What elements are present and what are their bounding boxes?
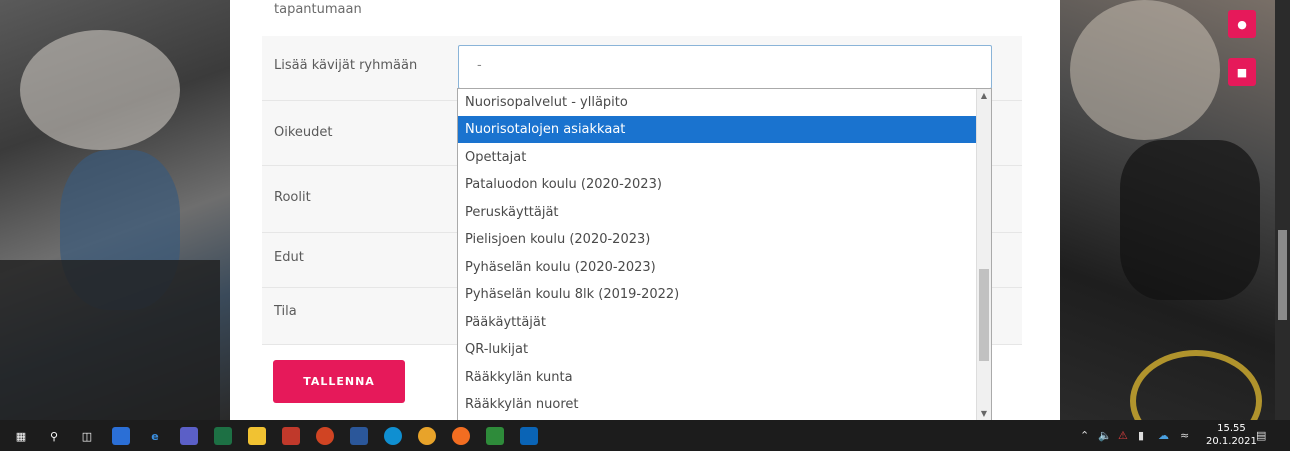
dropdown-option[interactable]: Pääkäyttäjät: [458, 309, 976, 336]
taskbar: ▦ ⚲ ◫ e ⌃ 🔈 ⚠ ▮ ☁ ≈ 15.55 20.1.2021 ▤: [0, 420, 1290, 451]
select-value: -: [477, 58, 482, 73]
clock-time: 15.55: [1217, 423, 1246, 434]
task-view-icon[interactable]: ◫: [78, 427, 96, 445]
search-icon[interactable]: ⚲: [45, 427, 63, 445]
dropdown-option[interactable]: Peruskäyttäjät: [458, 199, 976, 226]
dropdown-option[interactable]: Pyhäselän koulu (2020-2023): [458, 254, 976, 281]
battery-icon[interactable]: ▮: [1138, 429, 1144, 442]
word-icon[interactable]: [350, 427, 368, 445]
dropdown-option[interactable]: Rääkkylän nuoret: [458, 391, 976, 418]
chrome-icon[interactable]: [418, 427, 436, 445]
dropdown-option[interactable]: Rääkkylän kunta: [458, 364, 976, 391]
edge-legacy-icon[interactable]: e: [146, 427, 164, 445]
dropdown-option-selected[interactable]: Nuorisotalojen asiakkaat: [458, 116, 976, 143]
group-select[interactable]: -: [458, 45, 992, 89]
dropdown-option[interactable]: QR-lukijat: [458, 336, 976, 363]
excel-icon[interactable]: [214, 427, 232, 445]
dropdown-scrollbar[interactable]: ▲ ▼: [976, 89, 991, 421]
notification-icon[interactable]: ▤: [1256, 429, 1266, 442]
app-icon[interactable]: [486, 427, 504, 445]
row-label: Roolit: [274, 190, 311, 205]
dropdown-option[interactable]: Pataluodon koulu (2020-2023): [458, 171, 976, 198]
clock-date: 20.1.2021: [1206, 436, 1257, 447]
dropdown-option[interactable]: Pielisjoen koulu (2020-2023): [458, 226, 976, 253]
chevron-down-icon[interactable]: ▼: [977, 407, 991, 421]
save-button[interactable]: TALLENNA: [273, 360, 405, 403]
store-icon[interactable]: [112, 427, 130, 445]
chevron-up-icon[interactable]: ▲: [977, 89, 991, 103]
pdf-icon[interactable]: [282, 427, 300, 445]
group-dropdown-list[interactable]: Nuorisopalvelut - ylläpito Nuorisotaloje…: [457, 88, 992, 422]
background-art-left: [0, 0, 230, 420]
powerpoint-icon[interactable]: [316, 427, 334, 445]
dropdown-option[interactable]: Nuorisopalvelut - ylläpito: [458, 89, 976, 116]
system-clock[interactable]: 15.55 20.1.2021: [1206, 422, 1257, 448]
edge-icon[interactable]: [384, 427, 402, 445]
section-text: tapantumaan: [274, 2, 362, 17]
row-label: Lisää kävijät ryhmään: [274, 58, 418, 73]
chevron-up-icon[interactable]: ⌃: [1080, 429, 1089, 442]
file-explorer-icon[interactable]: [248, 427, 266, 445]
row-label: Tila: [274, 304, 297, 319]
page-scrollbar[interactable]: [1275, 0, 1290, 420]
lock-icon-button[interactable]: ●: [1228, 10, 1256, 38]
onedrive-icon[interactable]: ☁: [1158, 429, 1169, 442]
teams-icon[interactable]: [180, 427, 198, 445]
dropdown-option[interactable]: Opettajat: [458, 144, 976, 171]
wifi-icon[interactable]: ≈: [1180, 429, 1189, 442]
calendar-icon-button[interactable]: ■: [1228, 58, 1256, 86]
dropdown-option[interactable]: Pyhäselän koulu 8lk (2019-2022): [458, 281, 976, 308]
network-alert-icon[interactable]: ⚠: [1118, 429, 1128, 442]
scrollbar-thumb[interactable]: [979, 269, 989, 361]
windows-icon[interactable]: ▦: [12, 427, 30, 445]
outlook-icon[interactable]: [520, 427, 538, 445]
row-label: Edut: [274, 250, 304, 265]
speaker-icon[interactable]: 🔈: [1098, 429, 1112, 442]
firefox-icon[interactable]: [452, 427, 470, 445]
row-label: Oikeudet: [274, 125, 333, 140]
